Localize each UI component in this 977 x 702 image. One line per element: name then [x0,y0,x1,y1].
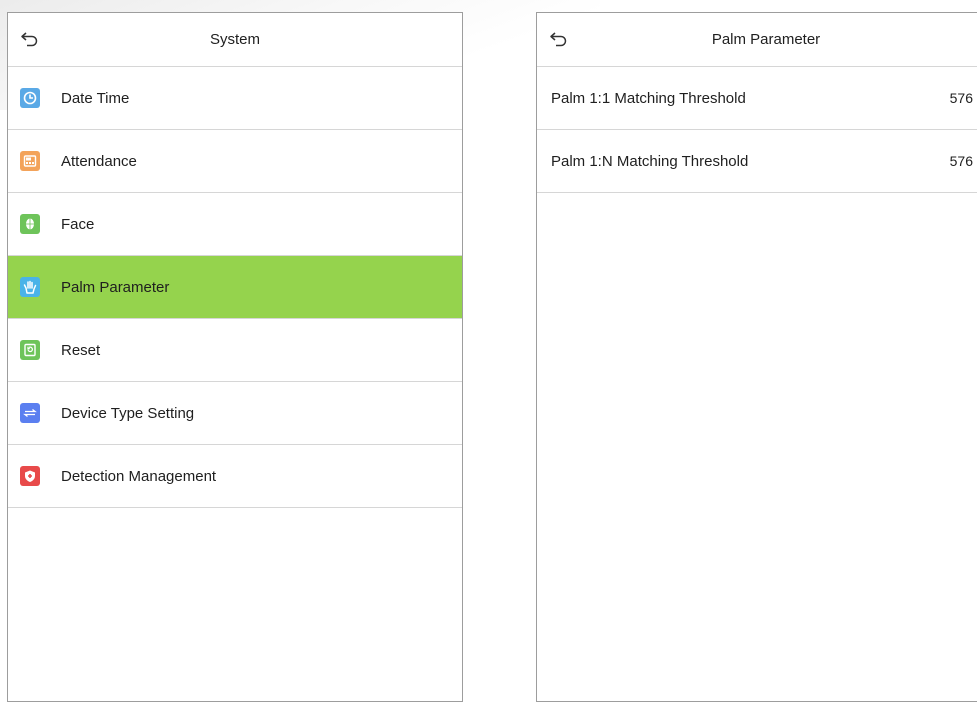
menu-item-label: Palm Parameter [61,278,170,296]
menu-item-reset[interactable]: Reset [8,319,462,382]
menu-item-date-time[interactable]: Date Time [8,67,462,130]
setting-value: 576 [949,90,973,106]
setting-value: 576 [949,153,973,169]
menu-item-detection-management[interactable]: Detection Management [8,445,462,508]
system-menu-panel: System Date Time Attendance Face Palm Pa… [7,12,463,702]
back-arrow-icon [21,32,38,47]
setting-label: Palm 1:N Matching Threshold [551,152,749,170]
menu-item-attendance[interactable]: Attendance [8,130,462,193]
shield-icon [20,466,40,486]
menu-item-label: Device Type Setting [61,404,195,422]
device-type-icon [20,403,40,423]
menu-item-palm-parameter[interactable]: Palm Parameter [8,256,462,319]
page-title: Palm Parameter [711,31,821,48]
attendance-icon [20,151,40,171]
menu-item-label: Attendance [61,152,137,170]
menu-item-label: Reset [61,341,101,359]
menu-item-device-type-setting[interactable]: Device Type Setting [8,382,462,445]
clock-icon [20,88,40,108]
menu-item-label: Date Time [61,89,130,107]
palm-icon [20,277,40,297]
menu-item-label: Detection Management [61,467,217,485]
system-header: System [8,13,462,67]
setting-palm-1-1-threshold[interactable]: Palm 1:1 Matching Threshold 576 [537,67,977,130]
reset-icon [20,340,40,360]
palm-parameter-header: Palm Parameter [537,13,977,67]
palm-parameter-panel: Palm Parameter Palm 1:1 Matching Thresho… [536,12,977,702]
setting-label: Palm 1:1 Matching Threshold [551,89,746,107]
back-arrow-icon [550,32,567,47]
setting-palm-1-n-threshold[interactable]: Palm 1:N Matching Threshold 576 [537,130,977,193]
menu-item-face[interactable]: Face [8,193,462,256]
menu-item-label: Face [61,215,95,233]
back-button[interactable] [18,27,42,51]
page-title: System [209,31,260,48]
face-icon [20,214,40,234]
back-button[interactable] [547,27,571,51]
